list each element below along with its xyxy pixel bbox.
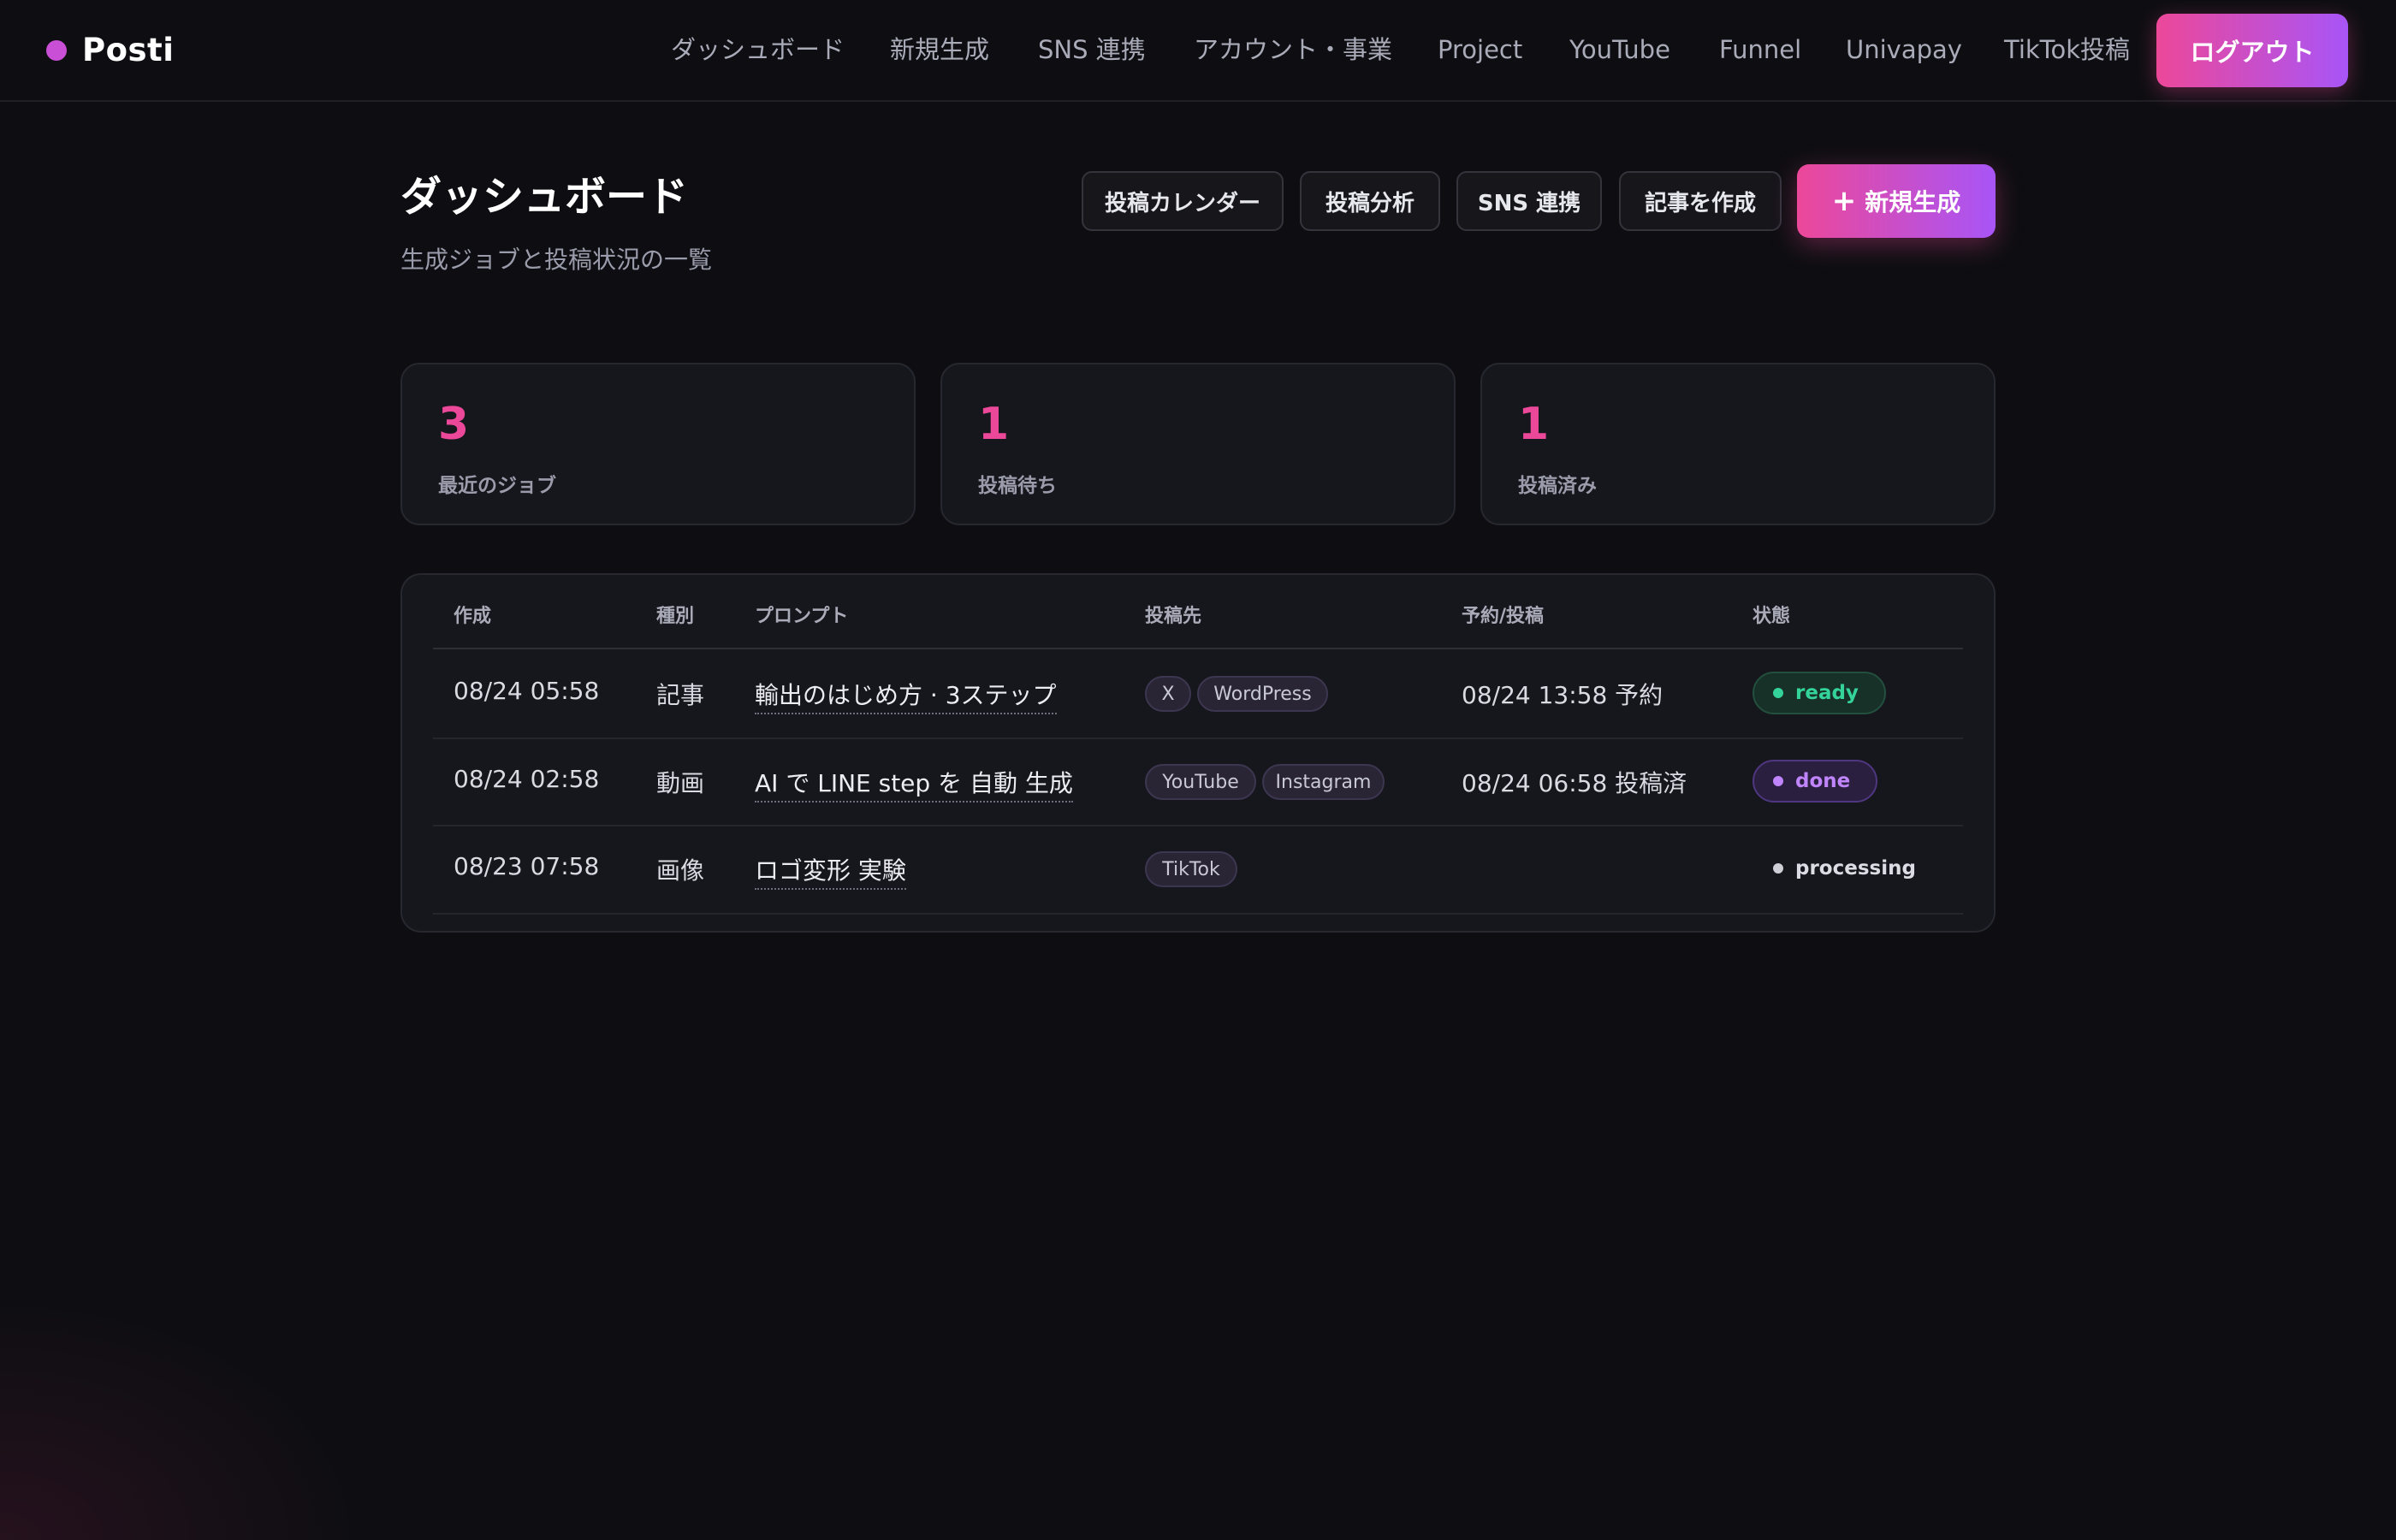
cell-created: 08/24 02:58 bbox=[454, 765, 600, 793]
stat-value: 1 bbox=[978, 399, 1010, 450]
target-chip-tiktok: TikTok bbox=[1145, 851, 1237, 887]
page-subtitle: 生成ジョブと投稿状況の一覧 bbox=[400, 246, 713, 274]
nav-link-funnel[interactable]: Funnel bbox=[1719, 0, 1801, 100]
status-badge-ready: ready bbox=[1753, 672, 1886, 714]
stat-value: 3 bbox=[438, 399, 470, 450]
nav-link-dashboard[interactable]: ダッシュボード bbox=[671, 0, 845, 100]
cell-created: 08/24 05:58 bbox=[454, 677, 600, 705]
logout-button[interactable]: ログアウト bbox=[2156, 14, 2348, 87]
stat-label: 投稿待ち bbox=[978, 475, 1057, 497]
cell-prompt-link[interactable]: ロゴ変形 実験 bbox=[755, 852, 906, 890]
brand-name: Posti bbox=[82, 32, 175, 68]
status-label: done bbox=[1795, 770, 1851, 792]
top-nav: Posti ダッシュボード 新規生成 SNS 連携 アカウント・事業 Proje… bbox=[0, 0, 2396, 102]
row-divider bbox=[433, 825, 1963, 826]
table-header-divider bbox=[433, 648, 1963, 649]
cell-type: 動画 bbox=[656, 769, 705, 797]
brand-dot-icon bbox=[46, 39, 67, 61]
cell-created: 08/23 07:58 bbox=[454, 852, 600, 880]
stat-label: 投稿済み bbox=[1518, 475, 1597, 497]
status-badge-done: done bbox=[1753, 760, 1878, 803]
target-chip-youtube: YouTube bbox=[1145, 764, 1256, 800]
nav-link-univapay[interactable]: Univapay bbox=[1846, 0, 1962, 100]
stat-label: 最近のジョブ bbox=[438, 475, 556, 497]
status-dot-icon bbox=[1773, 863, 1783, 874]
stat-value: 1 bbox=[1518, 399, 1550, 450]
status-badge-processing: processing bbox=[1753, 847, 1943, 890]
sns-link-button[interactable]: SNS 連携 bbox=[1456, 171, 1602, 231]
cell-schedule: 08/24 06:58 投稿済 bbox=[1462, 769, 1687, 797]
column-header-type: 種別 bbox=[656, 606, 695, 627]
target-chip-x: X bbox=[1145, 676, 1191, 712]
nav-link-sns[interactable]: SNS 連携 bbox=[1038, 0, 1146, 100]
stat-card-pending: 1 投稿待ち bbox=[940, 363, 1456, 525]
status-label: ready bbox=[1795, 682, 1859, 704]
cell-type: 記事 bbox=[656, 681, 705, 709]
column-header-status: 状態 bbox=[1753, 606, 1791, 627]
nav-link-youtube[interactable]: YouTube bbox=[1569, 0, 1670, 100]
row-divider bbox=[433, 737, 1963, 739]
status-dot-icon bbox=[1773, 776, 1783, 786]
brand[interactable]: Posti bbox=[46, 0, 174, 100]
post-analytics-button[interactable]: 投稿分析 bbox=[1300, 171, 1440, 231]
column-header-targets: 投稿先 bbox=[1145, 606, 1202, 627]
target-chip-instagram: Instagram bbox=[1262, 764, 1385, 800]
page-title: ダッシュボード bbox=[400, 173, 689, 221]
nav-link-project[interactable]: Project bbox=[1438, 0, 1522, 100]
status-label: processing bbox=[1795, 857, 1916, 880]
target-chip-wordpress: WordPress bbox=[1197, 676, 1328, 712]
column-header-created: 作成 bbox=[454, 606, 492, 627]
row-divider bbox=[433, 913, 1963, 915]
cell-prompt-link[interactable]: 輸出のはじめ方 · 3ステップ bbox=[755, 677, 1057, 714]
new-generate-button[interactable]: + 新規生成 bbox=[1797, 164, 1996, 238]
nav-link-new[interactable]: 新規生成 bbox=[890, 0, 989, 100]
plus-icon: + bbox=[1831, 184, 1857, 218]
stat-card-posted: 1 投稿済み bbox=[1480, 363, 1996, 525]
create-article-button[interactable]: 記事を作成 bbox=[1619, 171, 1782, 231]
new-generate-label: 新規生成 bbox=[1865, 188, 1961, 216]
cell-type: 画像 bbox=[656, 856, 705, 885]
nav-link-account[interactable]: アカウント・事業 bbox=[1194, 0, 1392, 100]
cell-schedule: 08/24 13:58 予約 bbox=[1462, 681, 1664, 709]
post-calendar-button[interactable]: 投稿カレンダー bbox=[1082, 171, 1284, 231]
cell-prompt-link[interactable]: AI で LINE step を 自動 生成 bbox=[755, 765, 1073, 803]
nav-link-tiktok[interactable]: TikTok投稿 bbox=[2004, 0, 2130, 100]
stat-card-recent-jobs: 3 最近のジョブ bbox=[400, 363, 916, 525]
column-header-schedule: 予約/投稿 bbox=[1462, 606, 1545, 627]
status-dot-icon bbox=[1773, 688, 1783, 698]
column-header-prompt: プロンプト bbox=[755, 606, 849, 627]
